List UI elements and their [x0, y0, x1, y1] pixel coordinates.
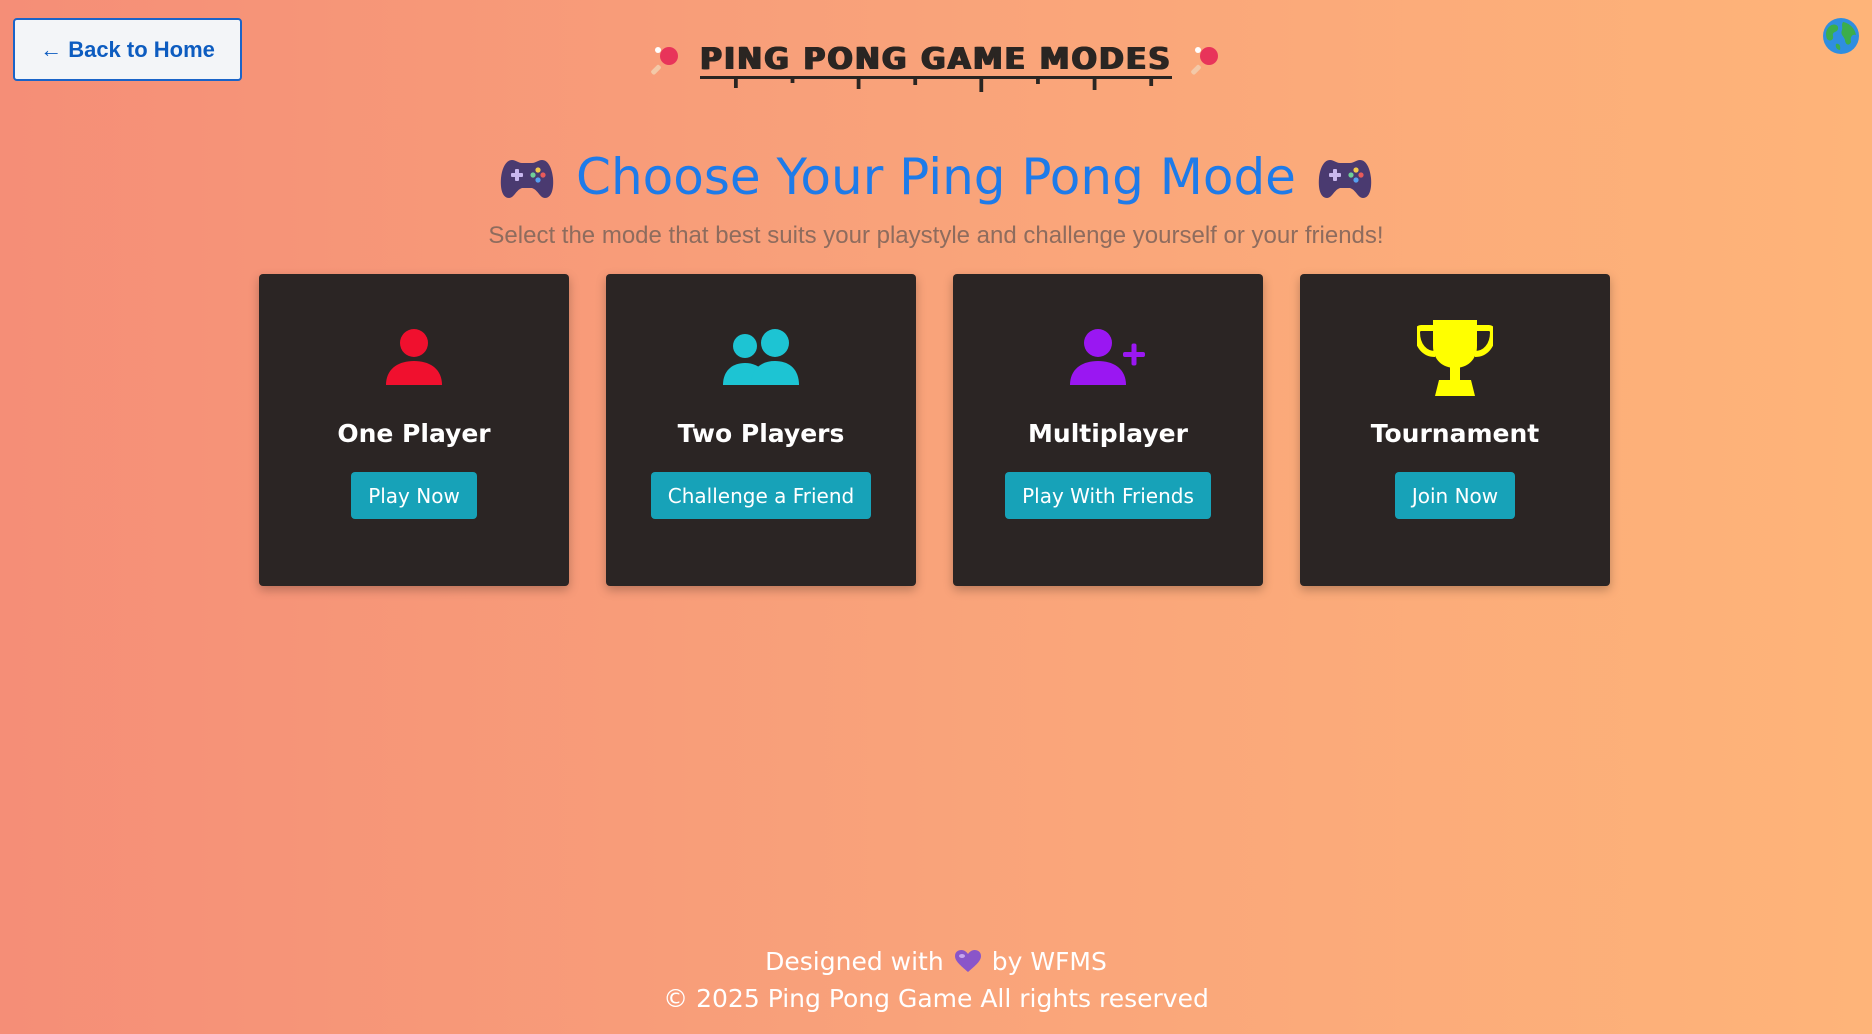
play-now-button[interactable]: Play Now [351, 472, 477, 519]
footer-designed-prefix: Designed with [765, 946, 944, 976]
ping-pong-paddle-icon [651, 46, 678, 75]
page-subtitle: Select the mode that best suits your pla… [488, 222, 1384, 249]
user-icon [386, 329, 442, 385]
ping-pong-paddle-icon [1191, 46, 1218, 75]
heading-row: Choose Your Ping Pong Mode [0, 148, 1872, 206]
footer-designed-suffix: by WFMS [991, 946, 1107, 976]
brand-title: PING PONG GAME MODES [700, 42, 1172, 92]
users-icon [723, 329, 799, 385]
page-title: Choose Your Ping Pong Mode [576, 148, 1296, 206]
footer: Designed with by WFMS © 2025 Ping Pong G… [0, 943, 1872, 1017]
user-plus-icon [1070, 329, 1145, 385]
join-now-button[interactable]: Join Now [1394, 472, 1516, 519]
mode-title: One Player [337, 419, 491, 448]
trophy-icon [1417, 320, 1493, 396]
gamepad-icon [1318, 160, 1372, 198]
mode-title: Multiplayer [1028, 419, 1188, 448]
mode-title: Tournament [1370, 419, 1540, 448]
play-with-friends-button[interactable]: Play With Friends [1005, 472, 1211, 519]
copyright-text: © 2025 Ping Pong Game All rights reserve… [663, 984, 1209, 1013]
heart-icon [954, 950, 981, 972]
challenge-friend-button[interactable]: Challenge a Friend [650, 472, 872, 519]
mode-cards: One Player Play Now Two Players Challeng… [259, 274, 1610, 586]
mode-title: Two Players [677, 419, 845, 448]
brand-header: PING PONG GAME MODES [0, 42, 1872, 92]
mode-card-one-player: One Player Play Now [259, 274, 569, 586]
mode-card-two-players: Two Players Challenge a Friend [606, 274, 916, 586]
mode-card-tournament: Tournament Join Now [1300, 274, 1610, 586]
gamepad-icon [500, 160, 554, 198]
mode-card-multiplayer: Multiplayer Play With Friends [953, 274, 1263, 586]
